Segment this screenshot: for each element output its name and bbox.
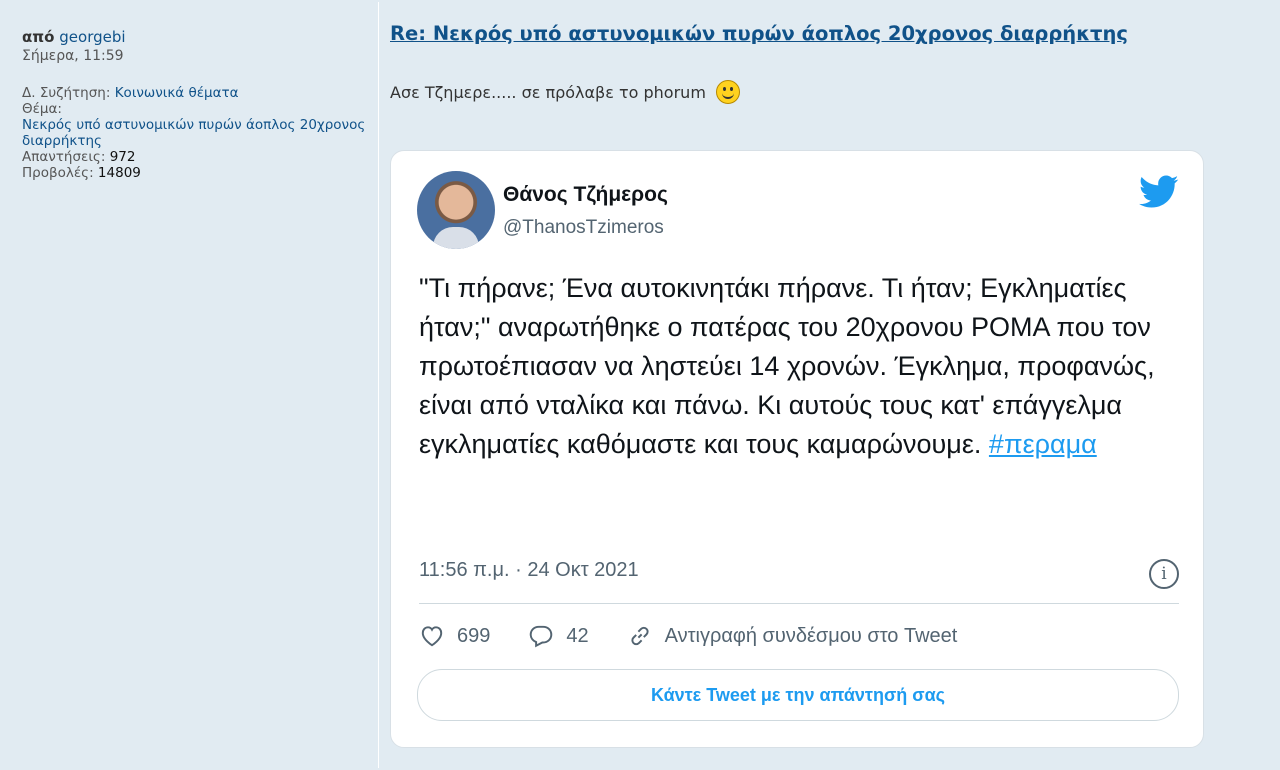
copy-link-label: Αντιγραφή συνδέσμου στο Tweet <box>664 624 958 647</box>
divider <box>419 603 1179 604</box>
views-count: 14809 <box>97 165 141 181</box>
post-profile: από georgebi Σήμερα, 11:59 Δ. Συζήτηση: … <box>2 2 379 768</box>
views-label: Προβολές: <box>22 165 94 181</box>
topic-link[interactable]: Νεκρός υπό αστυνομικών πυρών άοπλος 20χρ… <box>22 117 365 149</box>
replies-label: Απαντήσεις: <box>22 149 106 165</box>
replies-count: 972 <box>109 149 136 165</box>
twitter-bird-icon[interactable] <box>1139 175 1179 209</box>
author-link[interactable]: georgebi <box>59 28 125 46</box>
avatar[interactable] <box>417 171 495 249</box>
reply-count: 42 <box>566 624 589 647</box>
topic-meta: Δ. Συζήτηση: Κοινωνικά θέματα Θέμα: Νεκρ… <box>22 85 372 181</box>
like-button[interactable]: 699 <box>419 623 490 649</box>
comment-icon <box>530 625 553 648</box>
forum-post: από georgebi Σήμερα, 11:59 Δ. Συζήτηση: … <box>2 2 1264 768</box>
tweet-body: "Τι πήρανε; Ένα αυτοκινητάκι πήρανε. Τι … <box>419 269 1179 464</box>
embedded-tweet: Θάνος Τζήμερος @ThanosTzimeros "Τι πήραν… <box>390 150 1204 748</box>
topic-label: Θέμα: <box>22 101 62 117</box>
post-author: από georgebi <box>22 28 126 46</box>
discussion-label: Δ. Συζήτηση: <box>22 85 111 101</box>
reply-action[interactable]: 42 <box>528 623 589 649</box>
post-date: Σήμερα, 11:59 <box>22 48 124 64</box>
smiley-icon <box>715 80 740 104</box>
post-title[interactable]: Re: Νεκρός υπό αστυνομικών πυρών άοπλος … <box>390 22 1128 45</box>
copy-link-button[interactable]: Αντιγραφή συνδέσμου στο Tweet <box>627 623 958 649</box>
heart-icon <box>421 626 443 647</box>
link-icon <box>631 626 649 646</box>
hashtag-link[interactable]: #περαμα <box>989 429 1097 459</box>
tweet-author-name[interactable]: Θάνος Τζήμερος <box>503 183 668 207</box>
by-label: από <box>22 28 55 46</box>
tweet-timestamp[interactable]: 11:56 π.μ. · 24 Οκτ 2021 <box>419 559 639 582</box>
like-count: 699 <box>457 624 491 647</box>
post-text: Ασε Τζημερε..... σε πρόλαβε το phorum <box>390 80 740 104</box>
tweet-author-handle[interactable]: @ThanosTzimeros <box>503 217 664 239</box>
post-body: Ασε Τζημερε..... σε πρόλαβε το phorum <box>390 82 706 102</box>
tweet-actions: 699 42 Αντιγραφή συνδέσμου στο Tweet <box>419 623 995 649</box>
info-icon[interactable]: i <box>1149 559 1179 589</box>
reply-tweet-button[interactable]: Κάντε Tweet με την απάντησή σας <box>417 669 1179 721</box>
discussion-link[interactable]: Κοινωνικά θέματα <box>115 85 239 101</box>
